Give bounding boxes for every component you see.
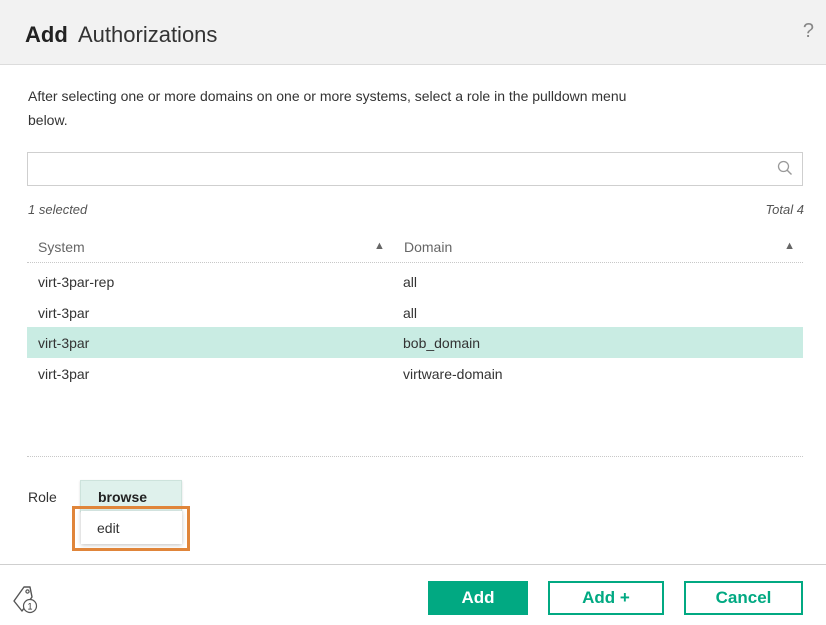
- help-icon[interactable]: ?: [803, 20, 814, 43]
- search-icon[interactable]: [777, 160, 793, 181]
- cell-system: virt-3par: [38, 365, 90, 382]
- divider: [27, 456, 803, 457]
- role-label: Role: [28, 489, 57, 505]
- cell-domain: bob_domain: [403, 335, 481, 351]
- column-header-system[interactable]: System: [38, 239, 85, 255]
- cancel-button[interactable]: Cancel: [684, 581, 803, 615]
- sort-asc-icon[interactable]: ▲: [784, 240, 795, 252]
- dialog-title: Authorizations: [78, 22, 218, 47]
- cell-domain: all: [403, 304, 418, 321]
- tag-count-badge: 1: [27, 602, 32, 612]
- table-header: System ▲ Domain ▲: [27, 234, 803, 263]
- dialog-title-action: Add: [25, 22, 68, 47]
- table-row-selected[interactable]: virt-3par bob_domain: [27, 327, 803, 358]
- search-input[interactable]: [36, 153, 770, 185]
- cell-system: virt-3par: [38, 335, 90, 351]
- highlight-box: [72, 506, 190, 551]
- table-row[interactable]: virt-3par virtware-domain: [27, 358, 803, 389]
- systems-table: System ▲ Domain ▲ virt-3par-rep all virt…: [27, 234, 803, 388]
- cell-domain: all: [403, 274, 418, 290]
- tag-icon[interactable]: 1: [10, 583, 42, 620]
- role-selected-value: browse: [98, 489, 148, 505]
- selected-count: 1 selected: [28, 202, 88, 217]
- cell-system: virt-3par: [38, 304, 90, 321]
- add-button[interactable]: Add: [428, 581, 528, 615]
- instructions-text: After selecting one or more domains on o…: [28, 88, 627, 128]
- table-row[interactable]: virt-3par-rep all: [27, 266, 803, 297]
- add-plus-button[interactable]: Add +: [548, 581, 664, 615]
- cell-domain: virtware-domain: [403, 365, 503, 382]
- dialog-header: Add Authorizations ?: [0, 0, 826, 65]
- total-count: Total 4: [765, 202, 804, 217]
- dialog-footer: 1 Add Add + Cancel: [0, 564, 826, 625]
- column-header-domain[interactable]: Domain: [404, 239, 452, 255]
- search-box[interactable]: [27, 152, 803, 186]
- table-row[interactable]: virt-3par all: [27, 297, 803, 328]
- cell-system: virt-3par-rep: [38, 274, 115, 290]
- sort-asc-icon[interactable]: ▲: [374, 240, 385, 252]
